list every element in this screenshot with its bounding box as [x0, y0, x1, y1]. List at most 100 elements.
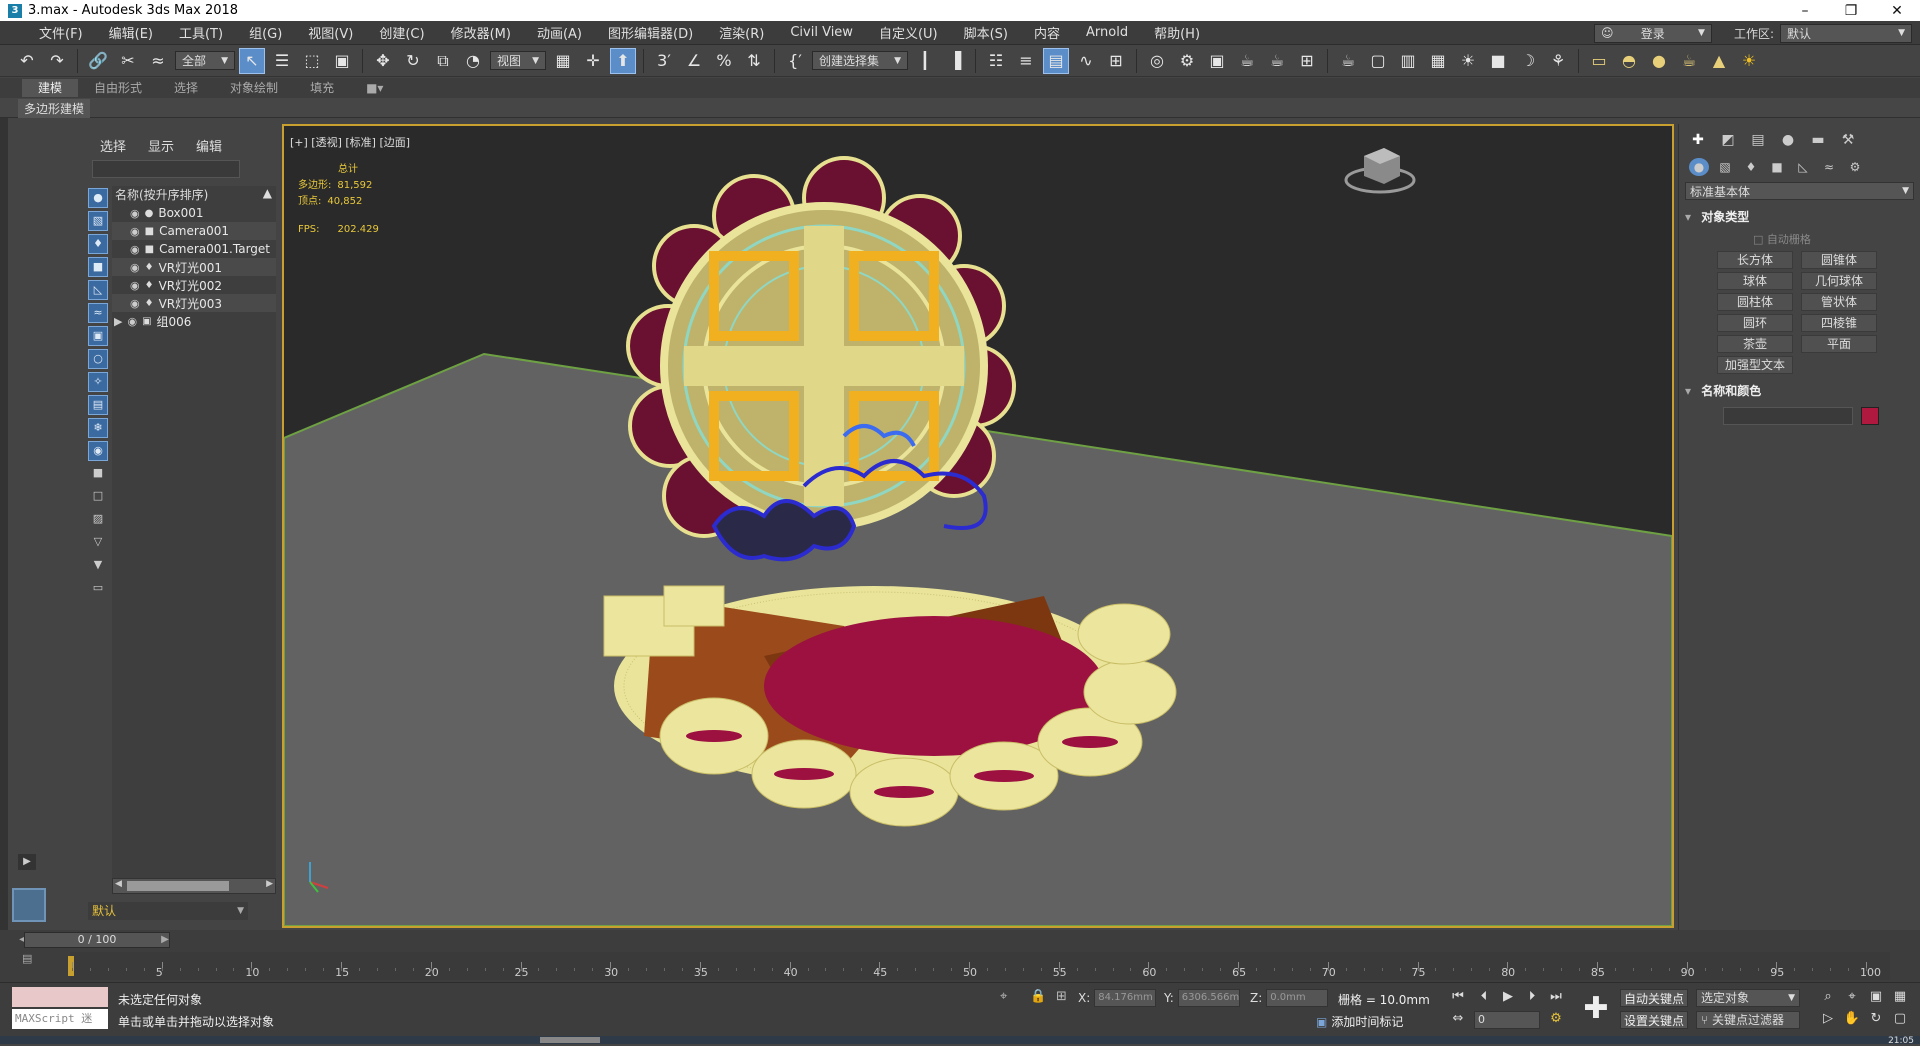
- perspective-viewport[interactable]: [+] [透视] [标准] [边面] 总计 多边形: 81,592 顶点: 40,8…: [282, 124, 1674, 928]
- autogrid-checkbox[interactable]: □ 自动栅格: [1753, 231, 1920, 247]
- coord-x-field[interactable]: 84.176mm: [1094, 989, 1157, 1007]
- align-icon[interactable]: ▐: [942, 48, 968, 74]
- menu-create[interactable]: 创建(C): [366, 23, 437, 42]
- viewport-label[interactable]: [+] [透视] [标准] [边面]: [290, 134, 410, 150]
- list-item[interactable]: ◉ ■ Camera001.Target: [112, 240, 276, 258]
- modify-tab-icon[interactable]: ◩: [1717, 132, 1739, 152]
- next-frame-icon[interactable]: ⏵: [1522, 989, 1542, 1009]
- set-key-button[interactable]: 设置关键点: [1620, 1011, 1689, 1029]
- create-tab-icon[interactable]: ✚: [1687, 132, 1709, 152]
- render-iterative-icon[interactable]: ☕: [1264, 48, 1290, 74]
- dome-icon[interactable]: ◓: [1616, 48, 1642, 74]
- cone-icon[interactable]: ▲: [1706, 48, 1732, 74]
- spacewarp-filter-icon[interactable]: ≈: [88, 303, 108, 323]
- list-item[interactable]: ◉ ♦ VR灯光001: [112, 258, 276, 276]
- container-filter-icon[interactable]: ▤: [88, 395, 108, 415]
- frame-buffer-icon[interactable]: ▢: [1365, 48, 1391, 74]
- zoom-extents-all-icon[interactable]: ▦: [1890, 989, 1910, 1009]
- angle-snap-icon[interactable]: ∠: [681, 48, 707, 74]
- menu-help[interactable]: 帮助(H): [1141, 23, 1213, 42]
- play-icon[interactable]: ▶: [18, 854, 36, 870]
- snaps-toggle-icon[interactable]: 3′: [651, 48, 677, 74]
- vray-fur-icon[interactable]: ☽: [1515, 48, 1541, 74]
- object-name-field[interactable]: [1723, 407, 1853, 425]
- time-config-icon[interactable]: ⚙: [1546, 1011, 1566, 1031]
- se-tab-edit[interactable]: 编辑: [196, 136, 222, 155]
- current-frame-marker[interactable]: [68, 956, 74, 976]
- coord-z-field[interactable]: 0.0mm: [1266, 989, 1329, 1007]
- isolate-icon[interactable]: ⌖: [1000, 989, 1007, 1004]
- frozen-filter-icon[interactable]: ❄: [88, 418, 108, 438]
- list-item[interactable]: ▶ ◉ ▣ 组006: [112, 312, 276, 330]
- add-time-tag[interactable]: ▣ 添加时间标记: [1316, 1013, 1403, 1030]
- listener-mini[interactable]: [12, 987, 108, 1007]
- vray-table-icon[interactable]: ▦: [1425, 48, 1451, 74]
- ribbon-tab-object-paint[interactable]: 对象绘制: [214, 79, 294, 97]
- select-by-name-icon[interactable]: ☰: [269, 48, 295, 74]
- menu-animation[interactable]: 动画(A): [524, 23, 595, 42]
- text-plus-button[interactable]: 加强型文本: [1717, 356, 1793, 374]
- zoom-icon[interactable]: ⌕: [1818, 989, 1838, 1009]
- link-icon[interactable]: 🔗: [85, 48, 111, 74]
- folder-icon[interactable]: ▭: [88, 579, 108, 599]
- menu-tools[interactable]: 工具(T): [166, 23, 236, 42]
- sphere-icon[interactable]: ●: [1646, 48, 1672, 74]
- eye-icon[interactable]: ◉: [130, 225, 140, 238]
- list-item[interactable]: ◉ ♦ VR灯光003: [112, 294, 276, 312]
- coord-y-field[interactable]: 6306.566m: [1177, 989, 1240, 1007]
- ribbon-tab-modeling[interactable]: 建模: [22, 79, 79, 97]
- tube-button[interactable]: 管状体: [1801, 293, 1877, 311]
- shapes-icon[interactable]: ▧: [1715, 158, 1735, 176]
- set-key-icon[interactable]: ✚: [1578, 989, 1614, 1029]
- teapot-shape-icon[interactable]: ☕: [1676, 48, 1702, 74]
- expand-arrow-icon[interactable]: ▶: [114, 315, 122, 328]
- scene-explorer-toggle-icon[interactable]: ☷: [983, 48, 1009, 74]
- select-object-icon[interactable]: ↖: [239, 47, 265, 74]
- keyboard-shortcut-toggle-icon[interactable]: ⬆: [610, 47, 636, 74]
- play-icon[interactable]: ▶: [1498, 989, 1518, 1009]
- scene-list-header[interactable]: 名称(按升序排序) ▲: [112, 186, 276, 204]
- plane-icon[interactable]: ▭: [1586, 48, 1612, 74]
- ref-coord-dropdown[interactable]: 视图 ▼: [490, 51, 546, 70]
- name-color-rollout-header[interactable]: ▾ 名称和颜色: [1685, 382, 1914, 399]
- spinner-snap-icon[interactable]: ⇅: [741, 48, 767, 74]
- vray-camera-icon[interactable]: ■: [1485, 48, 1511, 74]
- schematic-view-icon[interactable]: ⊞: [1103, 48, 1129, 74]
- track-bar-toggle-icon[interactable]: ▤: [22, 952, 46, 972]
- mirror-icon[interactable]: ┃: [912, 48, 938, 74]
- eye-icon[interactable]: ◉: [130, 261, 140, 274]
- edit-named-sets-icon[interactable]: {′: [782, 48, 808, 74]
- key-selection-dropdown[interactable]: 选定对象 ▼: [1696, 989, 1800, 1007]
- render-icon[interactable]: ☕: [1234, 48, 1260, 74]
- time-slider-handle[interactable]: 0 / 100: [24, 932, 170, 948]
- maximize-viewport-icon[interactable]: ▢: [1890, 1011, 1910, 1031]
- xref-filter-icon[interactable]: ○: [88, 349, 108, 369]
- curve-editor-icon[interactable]: ∿: [1073, 48, 1099, 74]
- scroll-right-icon[interactable]: ▶: [266, 879, 273, 889]
- cameras-icon[interactable]: ■: [1767, 158, 1787, 176]
- menu-graph-editors[interactable]: 图形编辑器(D): [595, 23, 706, 42]
- funnel-icon[interactable]: ▼: [88, 556, 108, 576]
- ribbon-options-icon[interactable]: ■▾: [350, 79, 399, 97]
- unlink-icon[interactable]: ✂: [115, 48, 141, 74]
- ribbon-tab-selection[interactable]: 选择: [158, 79, 214, 97]
- systems-icon[interactable]: ⚙: [1845, 158, 1865, 176]
- invert-display-icon[interactable]: ▨: [88, 510, 108, 530]
- cylinder-button[interactable]: 圆柱体: [1717, 293, 1793, 311]
- absolute-mode-icon[interactable]: ⊞: [1056, 989, 1067, 1004]
- undo-icon[interactable]: ↶: [14, 48, 40, 74]
- redo-icon[interactable]: ↷: [44, 48, 70, 74]
- plane-button[interactable]: 平面: [1801, 335, 1877, 353]
- list-item[interactable]: ◉ ■ Camera001: [112, 222, 276, 240]
- login-dropdown[interactable]: ☺ 登录 ▼: [1593, 23, 1712, 43]
- teapot-button[interactable]: 茶壶: [1717, 335, 1793, 353]
- field-of-view-icon[interactable]: ▷: [1818, 1011, 1838, 1031]
- sphere-button[interactable]: 球体: [1717, 272, 1793, 290]
- restore-button[interactable]: ❐: [1828, 0, 1874, 21]
- menu-scripting[interactable]: 脚本(S): [951, 23, 1021, 42]
- helpers-icon[interactable]: ◺: [1793, 158, 1813, 176]
- display-none-icon[interactable]: □: [88, 487, 108, 507]
- eye-icon[interactable]: ◉: [130, 207, 140, 220]
- pan-icon[interactable]: ✋: [1842, 1011, 1862, 1031]
- se-tab-select[interactable]: 选择: [100, 136, 126, 155]
